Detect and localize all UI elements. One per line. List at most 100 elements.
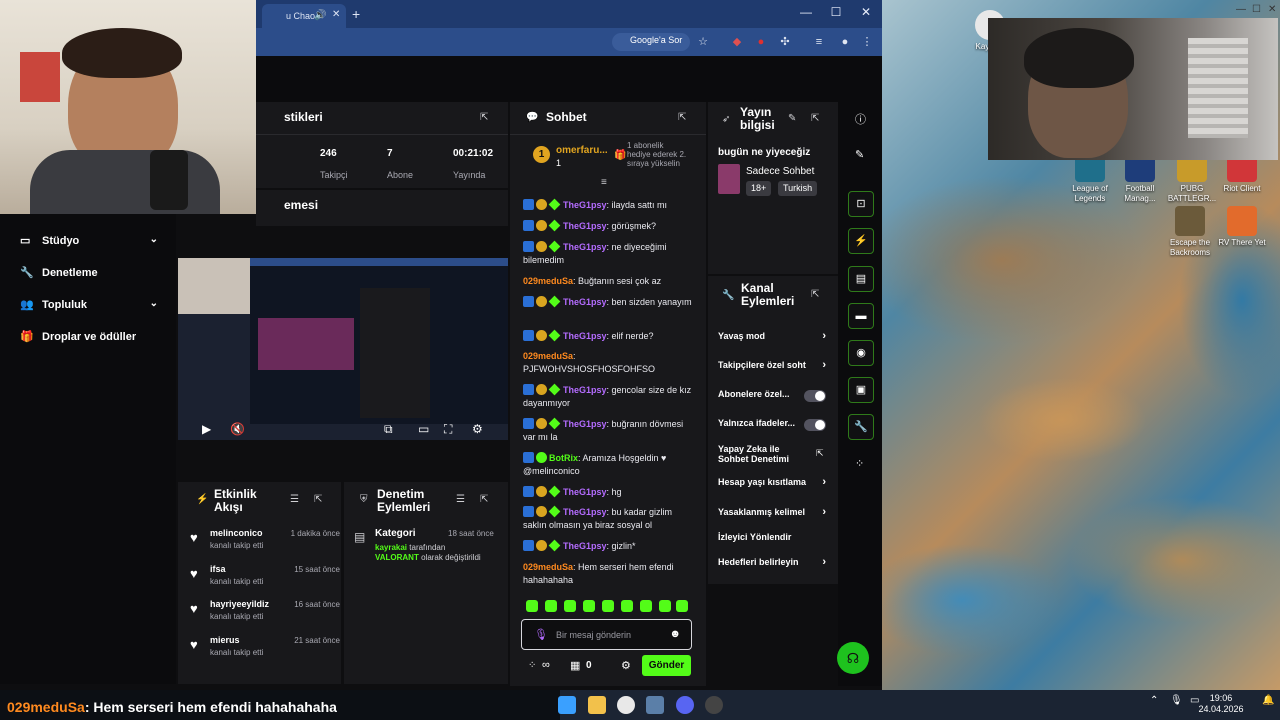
pinned-user[interactable]: omerfaru...	[556, 145, 608, 156]
chat-username[interactable]: TheG1psy	[563, 541, 607, 551]
emote-icon[interactable]	[545, 600, 557, 612]
edit-icon[interactable]: ✎	[855, 148, 864, 161]
mod-actor[interactable]: kayrakai	[375, 543, 407, 552]
notification-icon[interactable]: 🔔	[1262, 695, 1274, 706]
sidebar-item-community[interactable]: 👥 Topluluk ⌄	[20, 296, 170, 316]
tools-button[interactable]: 🔧	[848, 414, 874, 440]
play-icon[interactable]: ▶	[202, 422, 211, 436]
more-icon[interactable]: ⋮	[860, 35, 874, 49]
category-thumbnail[interactable]	[718, 164, 740, 194]
close-window-icon[interactable]: ✕	[1268, 4, 1276, 15]
info-icon[interactable]: ⓘ	[855, 111, 866, 127]
chat-username[interactable]: TheG1psy	[563, 487, 607, 497]
player-button[interactable]: ▣	[848, 377, 874, 403]
discord-icon[interactable]	[676, 696, 694, 714]
chat-input[interactable]: 🎙 Bir mesaj gönderin ☻	[521, 619, 692, 650]
adblock-icon[interactable]: ●	[754, 35, 768, 49]
theater-icon[interactable]: ▭	[418, 422, 429, 436]
minimize-icon[interactable]: —	[796, 5, 816, 19]
taskbar-clock[interactable]: 19:06 24.04.2026	[1196, 693, 1246, 715]
subscribers-only-toggle[interactable]	[804, 390, 826, 402]
emote-icon[interactable]	[526, 600, 538, 612]
nodes-icon[interactable]: ⁘	[855, 457, 864, 470]
notes-button[interactable]: ▤	[848, 266, 874, 292]
support-headset-button[interactable]: ☊	[837, 642, 869, 674]
filter-icon[interactable]: ☰	[456, 494, 465, 505]
chrome-icon[interactable]	[617, 696, 635, 714]
maximize-icon[interactable]: ☐	[1252, 4, 1261, 15]
microphone-icon[interactable]: 🎙	[1170, 695, 1183, 706]
emoji-icon[interactable]: ☻	[669, 628, 681, 640]
speaker-icon[interactable]: 🔊	[314, 10, 326, 21]
emote-icon[interactable]	[621, 600, 633, 612]
browser-tab[interactable]: u Chao 🔊 ✕	[262, 4, 346, 28]
media-icon[interactable]: ≡	[812, 35, 826, 49]
tag-badge[interactable]: 18+	[746, 181, 772, 196]
file-explorer-icon[interactable]	[588, 696, 606, 714]
filter-icon[interactable]: ☰	[290, 494, 299, 505]
extension-icon[interactable]: ◆	[730, 35, 744, 49]
microphone-icon[interactable]: 🎙	[534, 628, 548, 641]
slow-mode-row[interactable]: Yavaş mod ›	[718, 330, 830, 345]
chevron-up-icon[interactable]: ⌃	[1150, 695, 1158, 706]
chat-username[interactable]: TheG1psy	[563, 242, 607, 252]
emote-icon[interactable]	[564, 600, 576, 612]
app-icon[interactable]	[646, 696, 664, 714]
drops-icon[interactable]: ▦	[570, 659, 580, 672]
close-tab-icon[interactable]: ✕	[332, 9, 340, 20]
chat-username[interactable]: 029meduSa	[523, 276, 573, 286]
google-ask-button[interactable]: Google'a Sor	[612, 33, 691, 51]
clip-button[interactable]: ⊡	[848, 191, 874, 217]
sidebar-item-drops[interactable]: 🎁 Droplar ve ödüller	[20, 328, 170, 348]
fullscreen-icon[interactable]: ⛶	[444, 422, 452, 437]
puzzle-icon[interactable]: ✣	[778, 35, 792, 49]
popout-icon[interactable]: ⇱	[480, 112, 488, 123]
windows-start-icon[interactable]	[558, 696, 576, 714]
send-button[interactable]: Gönder	[642, 655, 691, 676]
desktop-icon-rv[interactable]: RV There Yet	[1214, 206, 1270, 248]
banned-words-row[interactable]: Yasaklanmış kelimel ›	[718, 506, 830, 521]
obs-icon[interactable]	[705, 696, 723, 714]
chat-username[interactable]: TheG1psy	[563, 200, 607, 210]
popout-icon[interactable]: ⇱	[480, 494, 488, 505]
stream-preview-video[interactable]: ▶ 🔇 ⧉ ▭ ⛶ ⚙	[178, 258, 508, 440]
mute-icon[interactable]: 🔇	[230, 422, 245, 436]
ai-moderation-row[interactable]: Yapay Zeka ile Sohbet Denetimi	[718, 444, 808, 466]
emote-icon[interactable]	[659, 600, 671, 612]
chat-username[interactable]: TheG1psy	[563, 385, 607, 395]
emotes-only-toggle[interactable]	[804, 419, 826, 431]
external-link-icon[interactable]: ⇱	[816, 448, 824, 459]
maximize-icon[interactable]: ☐	[826, 5, 846, 19]
desktop-icon-backrooms[interactable]: Escape the Backrooms	[1162, 206, 1218, 258]
tag-badge[interactable]: Turkish	[778, 181, 818, 196]
minimize-icon[interactable]: —	[1236, 4, 1246, 15]
chat-username[interactable]: TheG1psy	[563, 419, 607, 429]
new-tab-icon[interactable]: +	[352, 6, 360, 22]
chat-username[interactable]: 029meduSa	[523, 351, 573, 361]
points-icon[interactable]: ⁘	[528, 660, 536, 671]
raid-row[interactable]: İzleyici Yönlendir	[718, 532, 830, 546]
profile-icon[interactable]: ●	[838, 35, 852, 49]
feed-user[interactable]: hayriyeeyildiz	[210, 599, 269, 609]
chat-username[interactable]: TheG1psy	[563, 331, 607, 341]
sidebar-item-studio[interactable]: ▭ Stüdyo ⌄	[20, 232, 170, 252]
feed-user[interactable]: melinconico	[210, 528, 263, 538]
chat-username[interactable]: TheG1psy	[563, 297, 607, 307]
pip-icon[interactable]: ⧉	[384, 422, 393, 437]
star-icon[interactable]: ☆	[696, 35, 710, 49]
settings-icon[interactable]: ⚙	[472, 422, 483, 436]
chat-username[interactable]: 029meduSa	[523, 562, 573, 572]
chat-username[interactable]: BotRix	[549, 453, 578, 463]
goals-row[interactable]: Hedefleri belirleyin ›	[718, 556, 830, 571]
activity-button[interactable]: ⚡	[848, 228, 874, 254]
chat-username[interactable]: TheG1psy	[563, 221, 607, 231]
emote-icon[interactable]	[602, 600, 614, 612]
edit-icon[interactable]: ✎	[788, 113, 796, 124]
popout-icon[interactable]: ⇱	[314, 494, 322, 505]
stream-category[interactable]: Sadece Sohbet	[746, 166, 814, 177]
sidebar-item-moderation[interactable]: 🔧 Denetleme	[20, 264, 170, 284]
popout-icon[interactable]: ⇱	[811, 113, 819, 124]
feed-user[interactable]: ifsa	[210, 564, 226, 574]
collapse-icon[interactable]: ≡	[601, 177, 607, 188]
close-window-icon[interactable]: ✕	[856, 5, 876, 19]
